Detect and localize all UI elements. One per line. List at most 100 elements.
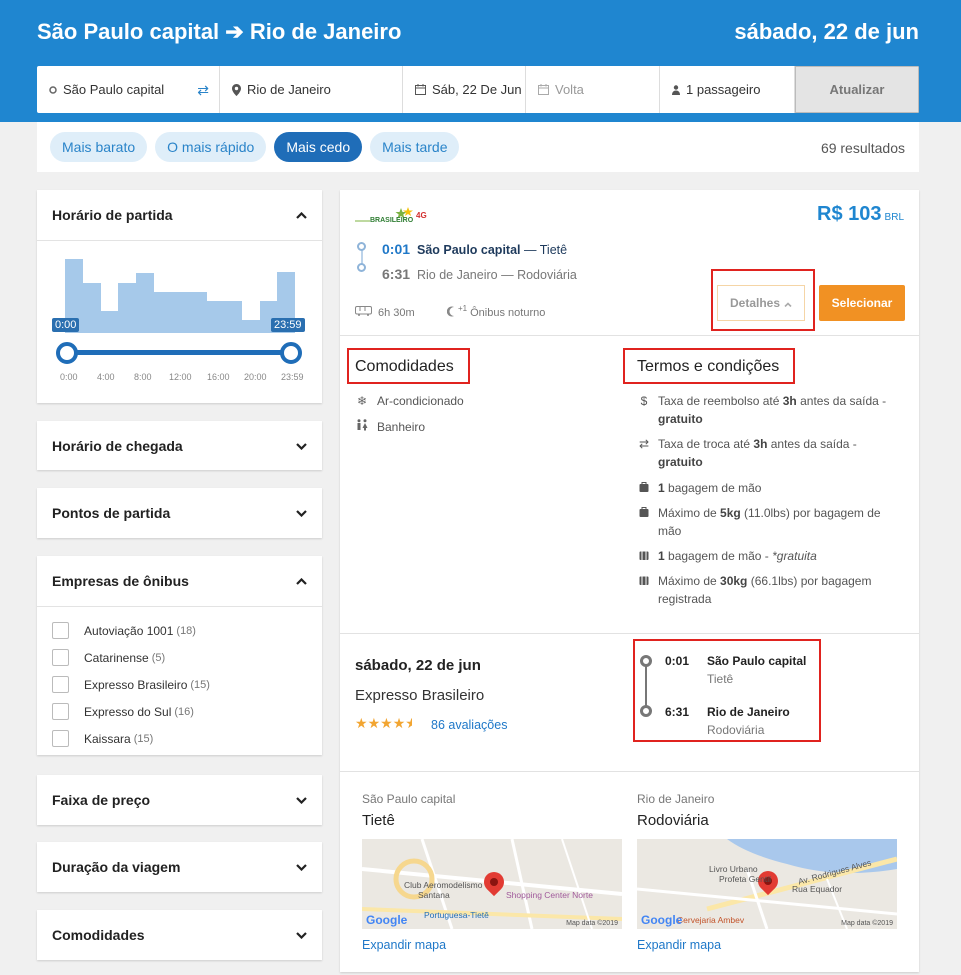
checkbox[interactable] xyxy=(52,703,69,720)
night-label: Ônibus noturno xyxy=(470,307,546,319)
star-icon: ★ xyxy=(367,715,381,731)
sort-chip-fastest[interactable]: O mais rápido xyxy=(155,132,267,162)
map-destination[interactable]: Livro Urbano Profeta Gentil Av. Rodrigue… xyxy=(637,839,897,929)
map-attribution: Map data ©2019 xyxy=(841,920,893,927)
term-part: antes da saída - xyxy=(796,394,887,408)
company-logo: BRASILEIRO 4G xyxy=(355,207,430,227)
term-part: Taxa de reembolso até xyxy=(658,394,783,408)
filter-title: Empresas de ônibus xyxy=(52,573,189,589)
destination-field[interactable]: Rio de Janeiro xyxy=(220,66,403,113)
suitcase-icon xyxy=(637,572,651,608)
filter-header[interactable]: Faixa de preço xyxy=(37,775,322,825)
chevron-down-icon[interactable] xyxy=(296,509,307,517)
departure-histogram: 0:00 23:59 0:00 4:00 8:00 12:00 16:00 20… xyxy=(37,240,322,402)
circle-icon xyxy=(49,85,57,94)
term-part: gratuito xyxy=(658,412,703,426)
term-text: Máximo de 5kg (11.0lbs) por bagagem de m… xyxy=(658,504,907,540)
chevron-down-icon[interactable] xyxy=(296,796,307,804)
sort-chip-cheapest[interactable]: Mais barato xyxy=(50,132,148,162)
company-option[interactable]: Kaissara (15) xyxy=(52,725,307,752)
chevron-down-icon[interactable] xyxy=(296,863,307,871)
select-button[interactable]: Selecionar xyxy=(819,285,905,321)
term-text: Máximo de 30kg (66.1lbs) por bagagem reg… xyxy=(658,572,907,608)
histogram-bar xyxy=(100,311,119,333)
chevron-down-icon[interactable] xyxy=(296,931,307,939)
term-part: 30kg xyxy=(720,574,748,588)
company-option[interactable]: Expresso Brasileiro (15) xyxy=(52,671,307,698)
dollar-icon: $ xyxy=(640,394,648,408)
company-count: (5) xyxy=(151,651,166,664)
top-header: São Paulo capital ➔ Rio de Janeiro sábad… xyxy=(0,0,961,122)
price-value: R$ 103 xyxy=(817,203,882,225)
suitcase-icon xyxy=(637,547,651,565)
company-option[interactable]: Catarinense (5) xyxy=(52,644,307,671)
histogram-bar xyxy=(118,283,137,333)
filter-header[interactable]: Horário de partida xyxy=(37,190,322,240)
sort-chip-earliest[interactable]: Mais cedo xyxy=(274,132,363,162)
checkbox[interactable] xyxy=(52,730,69,747)
filter-header[interactable]: Duração da viagem xyxy=(37,842,322,892)
filter-amenities[interactable]: Comodidades xyxy=(37,910,322,960)
filter-title: Comodidades xyxy=(52,927,145,943)
depart-date-value: Sáb, 22 De Jun xyxy=(432,82,522,97)
histogram-bar xyxy=(135,273,154,333)
price-currency: BRL xyxy=(884,212,904,223)
star-icon: ★ xyxy=(355,715,368,731)
sort-chip-latest[interactable]: Mais tarde xyxy=(370,132,460,162)
term-exchange: ⇄ Taxa de troca até 3h antes da saída - gr… xyxy=(637,435,907,471)
bag-icon xyxy=(637,504,651,540)
highlight-details xyxy=(711,269,815,331)
map-label: Rua Equador xyxy=(792,884,843,894)
term-part: 3h xyxy=(753,437,768,451)
term-hand-bag-free: 1 bagagem de mão - *gratuita xyxy=(637,547,907,565)
checkbox[interactable] xyxy=(52,676,69,693)
filter-header[interactable]: Empresas de ônibus xyxy=(37,556,322,606)
company-name: Expresso Brasileiro xyxy=(84,677,188,692)
map-origin[interactable]: Club Aeromodelismo Santana Shopping Cent… xyxy=(362,839,622,929)
filter-arrival-time[interactable]: Horário de chegada xyxy=(37,421,322,470)
company-count: (15) xyxy=(190,678,210,691)
calendar-icon xyxy=(415,84,426,95)
reviews-link[interactable]: 86 avaliações xyxy=(431,718,507,732)
map-destination-city: Rio de Janeiro xyxy=(637,792,715,806)
term-part: gratuito xyxy=(658,455,703,469)
chevron-down-icon[interactable] xyxy=(296,442,307,450)
logo-text: BRASILEIRO xyxy=(370,217,414,224)
map-label: Livro Urbano xyxy=(709,864,758,874)
slider-end-handle[interactable] xyxy=(280,342,302,364)
chevron-up-icon[interactable] xyxy=(296,211,307,219)
depart-date-field[interactable]: Sáb, 22 De Jun xyxy=(403,66,526,113)
return-date-field[interactable]: Volta xyxy=(526,66,660,113)
map-label: Santana xyxy=(418,890,450,900)
chevron-up-icon[interactable] xyxy=(296,577,307,585)
route-date: sábado, 22 de jun xyxy=(734,19,919,44)
origin-field[interactable]: São Paulo capital ⇄ xyxy=(37,66,220,113)
company-option[interactable]: Autoviação 1001 (18) xyxy=(52,617,307,644)
filter-header[interactable]: Horário de chegada xyxy=(37,421,322,471)
update-button[interactable]: Atualizar xyxy=(795,66,919,113)
passengers-field[interactable]: 1 passageiro xyxy=(660,66,795,113)
filter-trip-duration[interactable]: Duração da viagem xyxy=(37,842,322,892)
expand-map-origin[interactable]: Expandir mapa xyxy=(362,938,446,952)
calendar-icon xyxy=(538,84,549,95)
highlight-amenities xyxy=(347,348,470,384)
return-date-placeholder: Volta xyxy=(555,82,584,97)
filter-departure-points[interactable]: Pontos de partida xyxy=(37,488,322,538)
term-part: bagagem de mão xyxy=(664,481,762,495)
expand-map-destination[interactable]: Expandir mapa xyxy=(637,938,721,952)
route-title: São Paulo capital ➔ Rio de Janeiro xyxy=(37,19,402,44)
map-attribution: Map data ©2019 xyxy=(566,920,618,927)
term-part: antes da saída - xyxy=(767,437,857,451)
summary-date: sábado, 22 de jun xyxy=(355,657,481,674)
checkbox[interactable] xyxy=(52,622,69,639)
term-part: Taxa de troca até xyxy=(658,437,754,451)
star-icon: ★ xyxy=(392,715,406,731)
destination-pin-icon xyxy=(357,263,366,272)
slider-start-handle[interactable] xyxy=(56,342,78,364)
filter-price-range[interactable]: Faixa de preço xyxy=(37,775,322,825)
company-option[interactable]: Expresso do Sul (16) xyxy=(52,698,307,725)
filter-header[interactable]: Comodidades xyxy=(37,910,322,960)
swap-icon[interactable]: ⇄ xyxy=(197,82,209,99)
filter-header[interactable]: Pontos de partida xyxy=(37,488,322,538)
checkbox[interactable] xyxy=(52,649,69,666)
